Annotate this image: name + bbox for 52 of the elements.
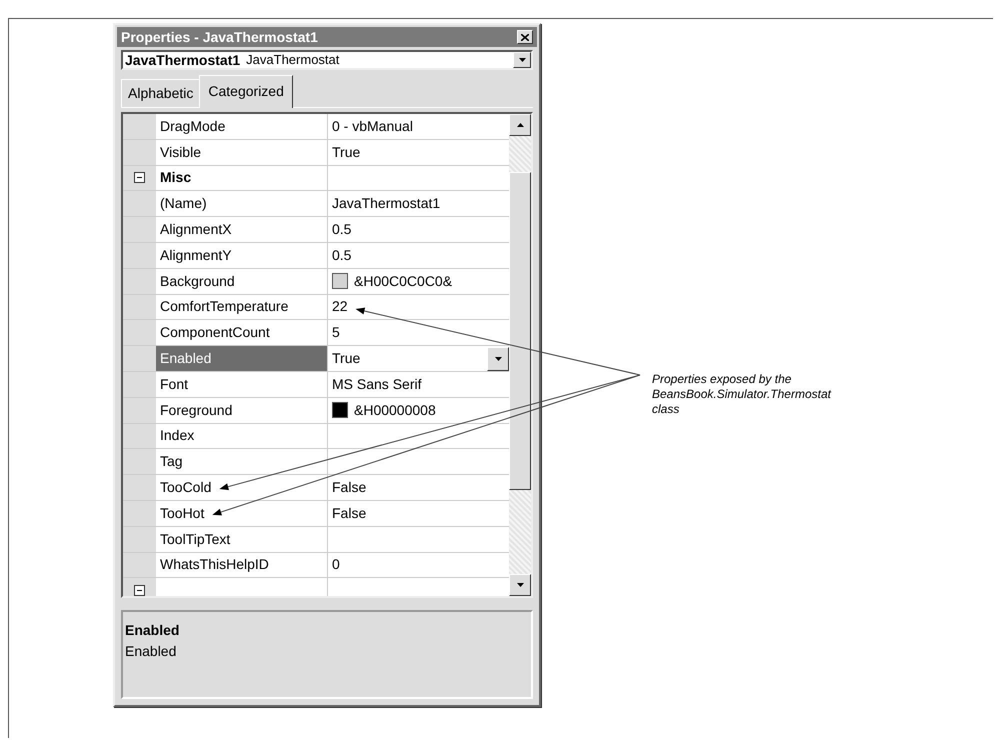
property-value: 0 [332, 555, 340, 574]
object-name: JavaThermostat1 [125, 50, 240, 70]
property-value: 0.5 [332, 220, 352, 240]
property-value: &H00C0C0C0& [354, 272, 452, 291]
down-arrow-icon [518, 58, 526, 62]
property-name[interactable]: Visible [156, 140, 328, 165]
property-name[interactable]: Tag [156, 449, 328, 474]
property-name[interactable]: WhatsThisHelpID [156, 552, 328, 578]
property-name[interactable]: ToolTipText [156, 526, 328, 552]
scrollbar-thumb[interactable] [509, 172, 531, 490]
property-name[interactable]: DragMode [156, 114, 328, 139]
property-value: True [332, 349, 360, 368]
property-name[interactable]: ComfortTemperature [156, 294, 328, 320]
property-name[interactable]: AlignmentY [156, 242, 328, 268]
description-text: Enabled [125, 642, 178, 661]
property-value: 22 [332, 297, 348, 316]
property-name[interactable]: Index [156, 424, 328, 448]
property-value: False [332, 504, 366, 523]
category-name: Misc [160, 168, 192, 188]
property-value: MS Sans Serif [332, 374, 422, 394]
property-value: 0 - vbManual [332, 116, 413, 136]
tab[interactable]: Categorized [199, 75, 293, 108]
annotation-text: Properties exposed by the BeansBook.Simulator.Thermostat class [652, 372, 832, 417]
up-arrow-icon [516, 123, 524, 127]
down-arrow-icon [494, 356, 502, 361]
dropdown-button[interactable] [487, 346, 509, 371]
description-title: Enabled [125, 621, 180, 640]
down-arrow-icon [516, 583, 524, 587]
object-type: JavaThermostat [246, 51, 340, 70]
scroll-up-button[interactable] [509, 114, 531, 136]
collapse-icon[interactable] [134, 585, 145, 596]
property-name[interactable]: ComponentCount [156, 320, 328, 346]
property-value: 0.5 [332, 246, 352, 265]
object-selector[interactable]: JavaThermostat1 JavaThermostat [121, 50, 533, 70]
collapse-icon[interactable] [134, 172, 145, 184]
property-name[interactable]: Foreground [156, 398, 328, 423]
close-icon [521, 34, 529, 40]
property-value: JavaThermostat1 [332, 194, 440, 214]
property-value: &H00000008 [354, 400, 436, 420]
property-name[interactable]: Enabled [156, 346, 328, 371]
property-name[interactable]: AlignmentX [156, 217, 328, 242]
close-button[interactable] [517, 30, 533, 44]
tab[interactable]: Alphabetic [121, 79, 200, 107]
window-title: Properties - JavaThermostat1 [121, 28, 318, 47]
property-value: 5 [332, 323, 340, 342]
property-name[interactable]: (Name) [156, 191, 328, 216]
property-value: True [332, 142, 360, 162]
property-name[interactable]: Background [156, 268, 328, 294]
scroll-down-button[interactable] [509, 574, 531, 596]
property-name[interactable]: Font [156, 372, 328, 397]
property-value: False [332, 478, 366, 498]
dropdown-button[interactable] [513, 52, 531, 68]
